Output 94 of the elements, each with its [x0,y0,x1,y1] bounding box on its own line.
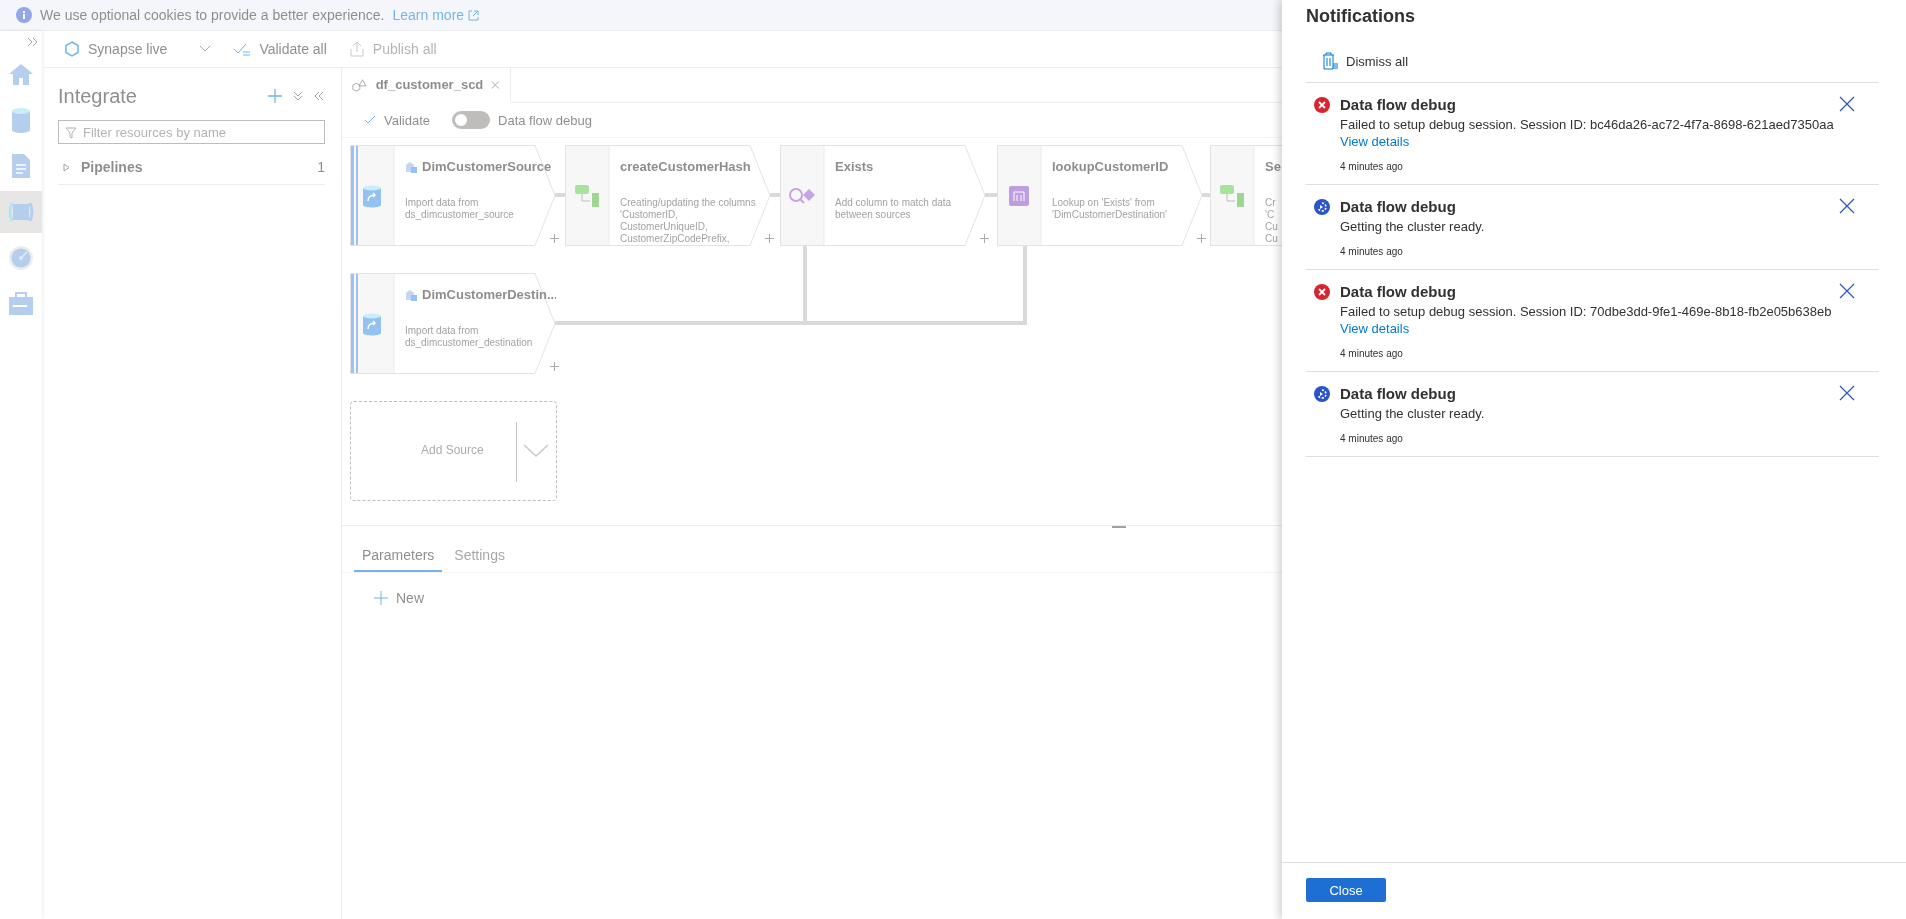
dataset-icon [405,288,418,301]
node-title: lookupCustomerID [1052,159,1169,174]
database-arrow-icon [362,311,382,336]
new-button[interactable]: New [368,589,430,607]
filter-field[interactable]: Filter resources by name [58,120,325,144]
add-source-placeholder[interactable]: Add Source [350,401,557,501]
notification-message: Failed to setup debug session. Session ID: bc46da26-ac72-4f7a-8698-621aed7350aa [1340,117,1835,132]
info-icon [16,7,32,23]
checkmark-icon [364,115,376,125]
notification-title: Data flow debug [1340,283,1457,300]
panel-title: Notifications [1306,6,1416,28]
node-title: Se [1265,159,1281,174]
chevron-down-icon [199,45,212,53]
view-details-link[interactable]: View details [1340,321,1410,336]
editor-tab[interactable]: df_customer_scd [342,68,511,103]
tree-item[interactable]: Pipelines 1 [58,150,325,185]
derived-column-icon [1219,183,1245,208]
progress-icon [1314,199,1330,215]
notification-title: Data flow debug [1340,385,1457,402]
collapse-panel-icon[interactable] [313,91,325,101]
upload-icon [348,41,365,57]
error-icon [1314,284,1330,300]
panel-tab[interactable]: Parameters [354,540,443,572]
notification-time: 4 minutes ago [1340,161,1404,172]
add-icon [374,591,388,605]
nav-item[interactable] [0,191,42,233]
node-description: Import data from ds_dimcustomer_destination [405,325,533,349]
node-title: DimCustomerSource [422,159,552,174]
database-arrow-icon [362,183,382,208]
database-icon [11,107,31,133]
dataset-icon [405,160,418,173]
progress-icon [1314,386,1330,402]
flow-node[interactable]: DimCustomerDestin... Import data from ds_dimcustomer_destination [350,273,556,374]
notification-title: Data flow debug [1340,96,1457,113]
close-icon[interactable] [1839,198,1855,214]
collapse-all-icon[interactable] [293,91,303,101]
learn-more-link[interactable]: Learn more [392,7,480,23]
node-description: Creating/updating the columns 'CustomerID, CustomerUniqueID, CustomerZipCodePrefix, [620,197,756,245]
node-description: Lookup on 'Exists' from 'DimCustomerDestination' [1052,197,1167,221]
filter-icon [65,127,77,139]
checklist-icon [233,42,252,56]
home-icon [8,62,34,86]
debug-toggle[interactable] [452,111,490,129]
data-flow-icon [352,76,368,93]
node-title: DimCustomerDestin... [422,287,556,302]
notification-message: Getting the cluster ready. [1340,406,1486,421]
close-button[interactable]: Close [1306,878,1386,902]
toolbar-button[interactable]: Synapse live [62,37,214,61]
cookie-message: We use optional cookies to provide a better experience. [40,7,385,23]
flow-node[interactable]: createCustomerHash Creating/updating the columns 'CustomerID, CustomerUniqueID, CustomerZipCodePrefix, [565,145,771,246]
panel-title: Integrate [58,84,138,108]
external-link-icon [468,9,480,21]
validate-button[interactable]: Validate [358,111,436,129]
add-icon[interactable] [267,88,283,104]
flow-node[interactable]: lookupCustomerID Lookup on 'Exists' from 'DimCustomerDestination' [997,145,1203,246]
derived-column-icon [574,183,600,208]
notification-title: Data flow debug [1340,198,1457,215]
node-description: Add column to match data between sources [835,197,952,221]
notification-time: 4 minutes ago [1340,433,1404,444]
splitter-handle[interactable] [1112,526,1126,528]
document-icon [10,153,32,179]
error-icon [1314,97,1330,113]
item-count: 1 [317,159,325,175]
flow-node[interactable]: Exists Add column to match data between sources [780,145,986,246]
node-description: Import data from ds_dimcustomer_source [405,197,514,221]
close-icon[interactable] [1839,385,1855,401]
notification-time: 4 minutes ago [1340,246,1404,257]
close-icon[interactable] [1839,283,1855,299]
toolbox-icon [8,292,34,316]
toolbar-button[interactable]: Validate all [231,37,329,61]
panel-tab[interactable]: Settings [446,540,513,572]
notification-time: 4 minutes ago [1340,348,1404,359]
dismiss-all-button[interactable]: Dismiss all [1322,52,1409,70]
notification-message: Getting the cluster ready. [1340,219,1486,234]
add-icon[interactable] [765,234,774,243]
chevron-down-icon[interactable] [523,444,549,458]
pipeline-icon [8,201,34,223]
add-icon[interactable] [550,362,559,371]
hexagon-icon [64,41,80,57]
add-icon[interactable] [980,234,989,243]
gauge-icon [8,245,34,271]
flow-node[interactable]: DimCustomerSource Import data from ds_dimcustomer_source [350,145,556,246]
lookup-table-icon [1008,184,1030,207]
node-title: createCustomerHash [620,159,751,174]
toggle-label: Data flow debug [498,112,592,128]
view-details-link[interactable]: View details [1340,134,1410,149]
trash-icon [1322,52,1338,70]
notification-message: Failed to setup debug session. Session ID: 70dbe3dd-9fe1-469e-8b18-fb2e05b638eb [1340,304,1833,319]
node-description: Cr 'C Cu Cu [1265,197,1278,245]
add-icon[interactable] [550,234,559,243]
add-icon[interactable] [1197,234,1206,243]
magnifier-diamond-icon [787,185,817,206]
node-title: Exists [835,159,874,174]
close-icon[interactable] [1839,96,1855,112]
